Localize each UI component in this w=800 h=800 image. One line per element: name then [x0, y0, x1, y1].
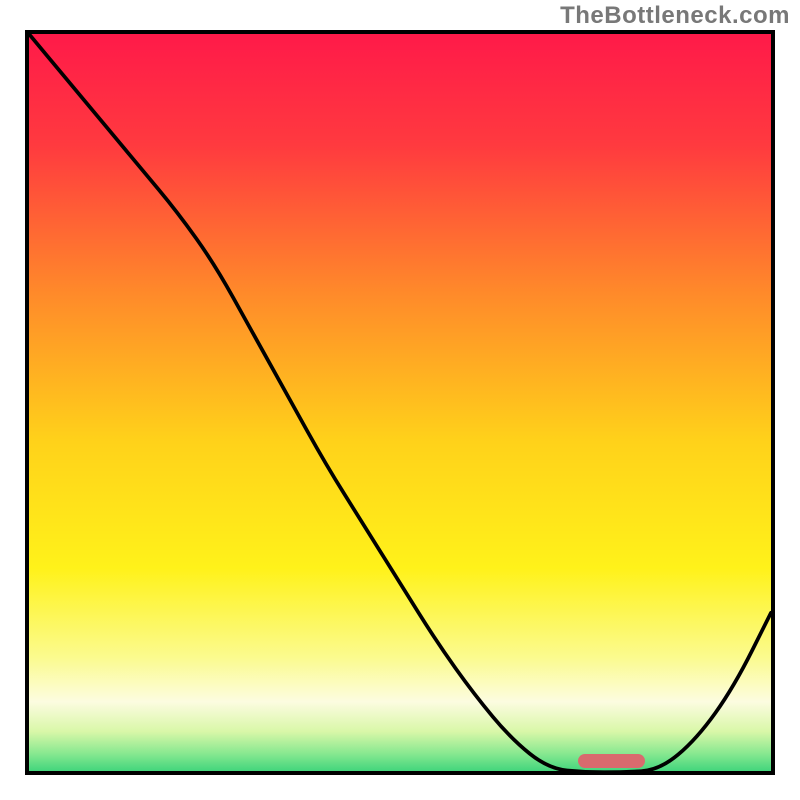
plot-area	[25, 30, 775, 775]
bottleneck-curve	[29, 34, 771, 775]
watermark-text: TheBottleneck.com	[560, 2, 790, 30]
optimal-range-marker	[578, 754, 645, 768]
chart-stage: TheBottleneck.com	[0, 0, 800, 800]
